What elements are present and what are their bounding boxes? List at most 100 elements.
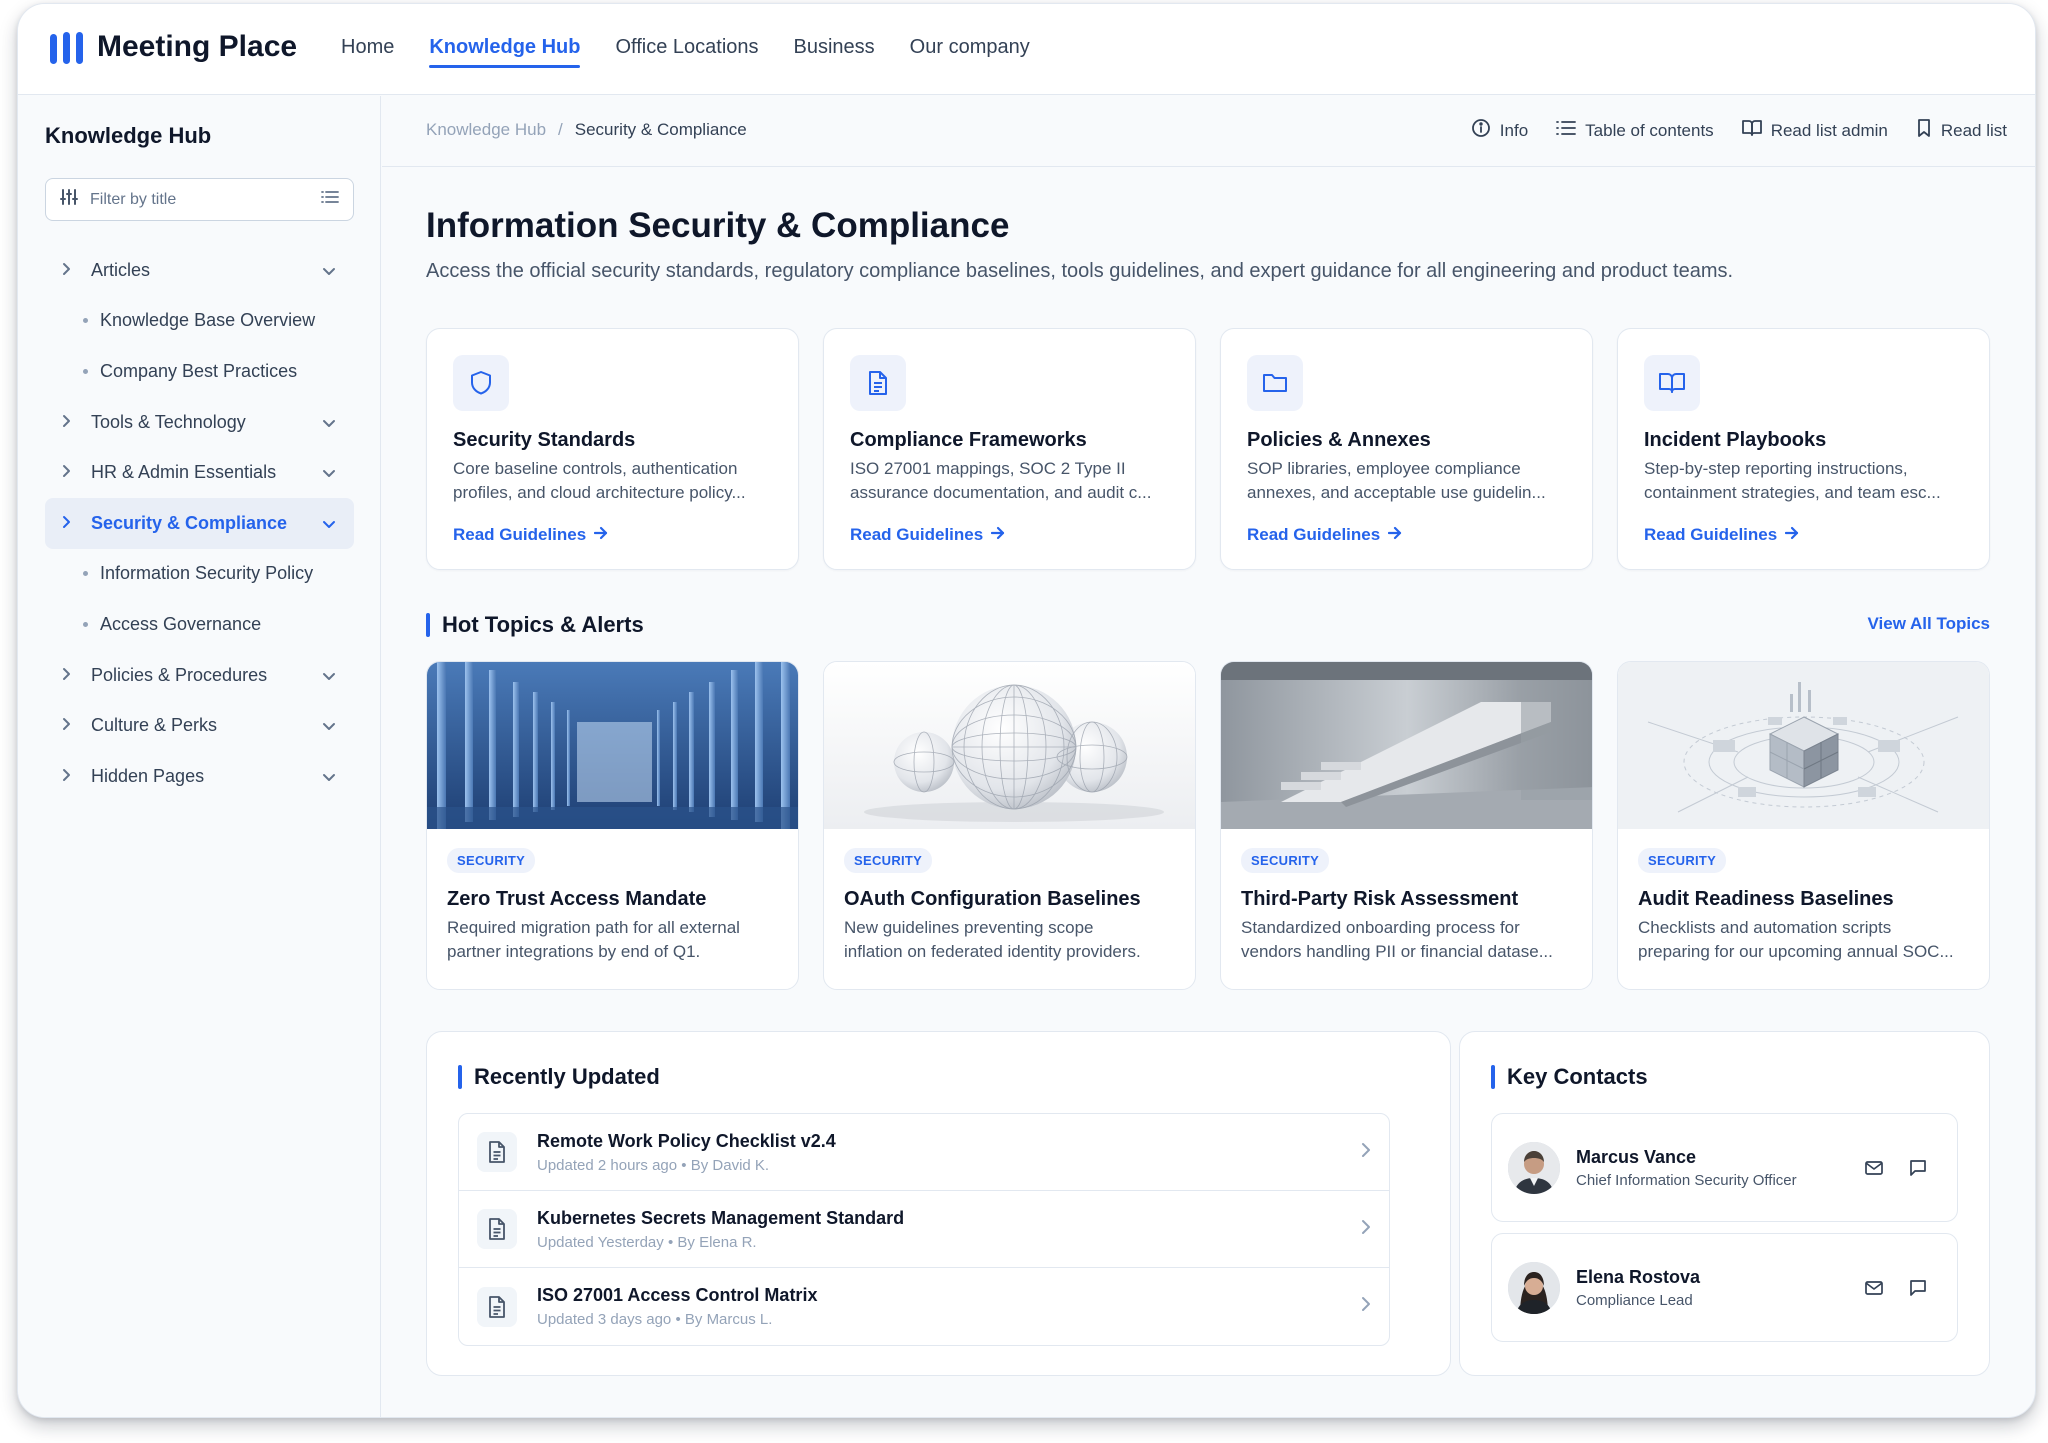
- bullet-dot: [83, 621, 88, 627]
- view-all-topics-link[interactable]: View All Topics: [1868, 614, 1991, 634]
- sidebar-item-policies-procedures[interactable]: Policies & Procedures: [45, 650, 354, 701]
- chevron-right-icon: [61, 515, 81, 532]
- chevron-down-icon[interactable]: [322, 665, 336, 686]
- list-item-title: Kubernetes Secrets Management Standard: [537, 1207, 905, 1228]
- chat-icon[interactable]: [1901, 1271, 1935, 1305]
- breadcrumb-current: Security & Compliance: [574, 120, 747, 139]
- nav-our-company[interactable]: Our company: [910, 4, 1030, 95]
- category-badge: SECURITY: [1241, 848, 1330, 873]
- sidebar-item-security-compliance[interactable]: Security & Compliance: [45, 497, 354, 549]
- table-of-contents-button[interactable]: Table of contents: [1556, 118, 1714, 143]
- sidebar-subitem-access-governance[interactable]: Access Governance: [45, 599, 354, 650]
- topic-description: New guidelines preventing scope inflation…: [844, 918, 1141, 961]
- chevron-right-icon: [61, 667, 81, 684]
- sidebar-subitem-label: Knowledge Base Overview: [100, 310, 316, 331]
- open-book-icon: [1741, 119, 1762, 142]
- arrow-right-icon: [991, 525, 1005, 545]
- nav-home[interactable]: Home: [341, 4, 394, 95]
- nav-office-locations[interactable]: Office Locations: [615, 4, 758, 95]
- contact-card: Elena Rostova Compliance Lead: [1491, 1233, 1958, 1342]
- logo-mark-icon: [50, 30, 83, 64]
- sidebar-item-articles[interactable]: Articles: [45, 245, 354, 296]
- card-title: Policies & Annexes: [1247, 429, 1431, 451]
- app-window: Meeting Place Home Knowledge Hub Office …: [17, 3, 2036, 1418]
- read-guidelines-link[interactable]: Read Guidelines: [453, 525, 608, 545]
- page-actions: Info Table of contents Read list admin R…: [1471, 118, 2007, 143]
- sidebar-subitem-knowledge-base-overview[interactable]: Knowledge Base Overview: [45, 296, 354, 347]
- topic-card-zero-trust[interactable]: SECURITY Zero Trust Access Mandate Requi…: [426, 661, 799, 990]
- list-item[interactable]: Kubernetes Secrets Management Standard U…: [459, 1191, 1389, 1268]
- recently-updated-title: Recently Updated: [474, 1064, 660, 1089]
- read-list-admin-label: Read list admin: [1770, 120, 1888, 140]
- bookmark-icon: [1916, 119, 1932, 142]
- topic-card-audit-readiness[interactable]: SECURITY Audit Readiness Baselines Check…: [1617, 661, 1990, 990]
- list-item-meta: Updated 3 days ago • By Marcus L.: [537, 1311, 773, 1328]
- read-list-admin-button[interactable]: Read list admin: [1741, 118, 1888, 143]
- sidebar-item-label: Hidden Pages: [91, 765, 205, 786]
- main-nav: Home Knowledge Hub Office Locations Busi…: [341, 4, 1030, 95]
- info-button[interactable]: Info: [1471, 118, 1528, 143]
- sidebar-subitem-company-best-practices[interactable]: Company Best Practices: [45, 346, 354, 397]
- sidebar-item-culture-perks[interactable]: Culture & Perks: [45, 700, 354, 751]
- recently-updated-heading: Recently Updated: [458, 1064, 660, 1090]
- breadcrumb-root[interactable]: Knowledge Hub: [426, 120, 546, 140]
- sidebar-subitem-information-security-policy[interactable]: Information Security Policy: [45, 549, 354, 600]
- read-list-button[interactable]: Read list: [1916, 118, 2007, 143]
- read-guidelines-link[interactable]: Read Guidelines: [1247, 525, 1402, 545]
- topic-image-spheres: [824, 662, 1195, 829]
- email-icon[interactable]: [1857, 1271, 1891, 1305]
- chevron-down-icon[interactable]: [322, 513, 336, 534]
- card-description: Core baseline controls, authentication pr…: [453, 459, 746, 502]
- card-incident-playbooks[interactable]: Incident Playbooks Step-by-step reportin…: [1617, 328, 1990, 570]
- document-icon: [477, 1209, 517, 1249]
- topic-image-tech-cube: [1618, 662, 1989, 829]
- sidebar-item-hr-admin[interactable]: HR & Admin Essentials: [45, 447, 354, 498]
- card-security-standards[interactable]: Security Standards Core baseline control…: [426, 328, 799, 570]
- sidebar-item-tools-technology[interactable]: Tools & Technology: [45, 397, 354, 448]
- read-guidelines-link[interactable]: Read Guidelines: [850, 525, 1005, 545]
- email-icon[interactable]: [1857, 1151, 1891, 1185]
- hot-topics-title: Hot Topics & Alerts: [442, 612, 644, 637]
- topic-card-third-party-risk[interactable]: SECURITY Third-Party Risk Assessment Sta…: [1220, 661, 1593, 990]
- nav-business[interactable]: Business: [794, 4, 875, 95]
- category-cards: Security Standards Core baseline control…: [426, 328, 1990, 570]
- chevron-down-icon[interactable]: [322, 412, 336, 433]
- document-icon: [477, 1286, 517, 1327]
- app-name: Meeting Place: [97, 30, 298, 63]
- list-item[interactable]: Remote Work Policy Checklist v2.4 Update…: [459, 1114, 1389, 1191]
- sidebar-item-hidden-pages[interactable]: Hidden Pages: [45, 751, 354, 802]
- topic-description: Required migration path for all external…: [447, 918, 740, 961]
- read-guidelines-link[interactable]: Read Guidelines: [1644, 525, 1799, 545]
- sidebar: Knowledge Hub Articles: [18, 96, 381, 1417]
- chevron-right-icon: [1361, 1219, 1371, 1240]
- contact-role: Compliance Lead: [1576, 1291, 1693, 1309]
- sidebar-tree: Articles Knowledge Base Overview Company…: [45, 245, 354, 802]
- toc-label: Table of contents: [1585, 120, 1714, 140]
- list-view-icon[interactable]: [321, 189, 339, 210]
- filter-sliders-icon[interactable]: [60, 188, 78, 211]
- card-policies-annexes[interactable]: Policies & Annexes SOP libraries, employ…: [1220, 328, 1593, 570]
- arrow-right-icon: [594, 525, 608, 545]
- nav-knowledge-hub[interactable]: Knowledge Hub: [429, 4, 581, 95]
- sidebar-subitem-label: Information Security Policy: [100, 563, 314, 584]
- heading-accent-bar: [458, 1065, 462, 1089]
- filter-input[interactable]: [90, 190, 309, 209]
- list-item-title: ISO 27001 Access Control Matrix: [537, 1285, 818, 1305]
- card-title: Compliance Frameworks: [850, 429, 1087, 451]
- arrow-right-icon: [1785, 525, 1799, 545]
- card-description: ISO 27001 mappings, SOC 2 Type II assuran…: [850, 459, 1152, 502]
- chevron-down-icon[interactable]: [322, 766, 336, 787]
- breadcrumb: Knowledge Hub / Security & Compliance: [426, 120, 747, 140]
- topic-title: Third-Party Risk Assessment: [1241, 888, 1519, 910]
- top-navigation: Meeting Place Home Knowledge Hub Office …: [18, 4, 2035, 95]
- chevron-right-icon: [61, 464, 81, 481]
- topic-card-oauth[interactable]: SECURITY OAuth Configuration Baselines N…: [823, 661, 1196, 990]
- chat-icon[interactable]: [1901, 1151, 1935, 1185]
- chevron-down-icon[interactable]: [322, 260, 336, 281]
- card-compliance-frameworks[interactable]: Compliance Frameworks ISO 27001 mappings…: [823, 328, 1196, 570]
- logo[interactable]: Meeting Place: [50, 30, 297, 64]
- list-item-title: Remote Work Policy Checklist v2.4: [537, 1130, 836, 1151]
- chevron-down-icon[interactable]: [322, 715, 336, 736]
- list-item[interactable]: ISO 27001 Access Control Matrix Updated …: [459, 1268, 1389, 1345]
- chevron-down-icon[interactable]: [322, 462, 336, 483]
